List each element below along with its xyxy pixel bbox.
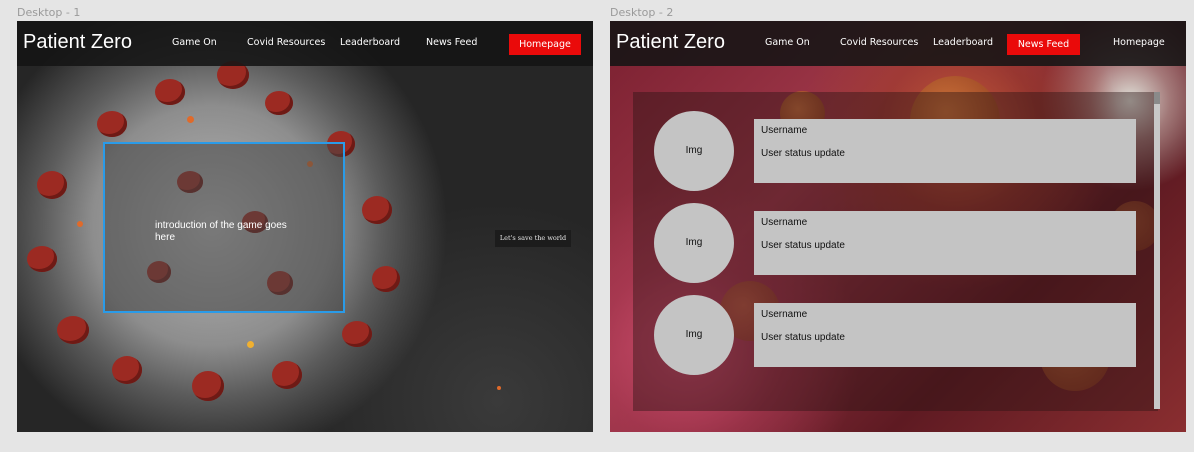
nav-covid-resources[interactable]: Covid Resources — [840, 37, 918, 48]
frame-label-desktop-1: Desktop - 1 — [17, 6, 81, 19]
post-status-update: User status update — [761, 240, 845, 251]
post-username: Username — [761, 125, 808, 136]
nav-news-feed-active[interactable]: News Feed — [1007, 34, 1080, 55]
nav-game-on[interactable]: Game On — [765, 37, 810, 48]
post-avatar-image: Img — [654, 111, 734, 191]
navbar: Patient Zero Game On Covid Resources Lea… — [17, 21, 593, 66]
nav-homepage[interactable]: Homepage — [1113, 37, 1165, 48]
brand-logo-text[interactable]: Patient Zero — [23, 31, 132, 54]
news-feed-panel: Img Username User status update Img User… — [633, 92, 1160, 411]
desktop-2-frame: Patient Zero Game On Covid Resources Lea… — [610, 21, 1186, 432]
nav-game-on[interactable]: Game On — [172, 37, 217, 48]
nav-leaderboard[interactable]: Leaderboard — [340, 37, 400, 48]
brand-logo-text[interactable]: Patient Zero — [616, 31, 725, 54]
post-username: Username — [761, 309, 808, 320]
post-status-update: User status update — [761, 332, 845, 343]
nav-covid-resources[interactable]: Covid Resources — [247, 37, 325, 48]
nav-news-feed[interactable]: News Feed — [426, 37, 477, 48]
nav-leaderboard[interactable]: Leaderboard — [933, 37, 993, 48]
post-card[interactable]: Username User status update — [754, 119, 1136, 183]
navbar: Patient Zero Game On Covid Resources Lea… — [610, 21, 1186, 66]
feed-scrollbar[interactable] — [1154, 92, 1160, 409]
post-avatar-image: Img — [654, 295, 734, 375]
save-the-world-button[interactable]: Let's save the world — [495, 230, 571, 247]
feed-scrollbar-thumb[interactable] — [1154, 92, 1160, 104]
nav-homepage-active[interactable]: Homepage — [509, 34, 581, 55]
post-card[interactable]: Username User status update — [754, 211, 1136, 275]
post-avatar-image: Img — [654, 203, 734, 283]
post-card[interactable]: Username User status update — [754, 303, 1136, 367]
post-username: Username — [761, 217, 808, 228]
game-intro-box: introduction of the game goes here — [103, 142, 345, 313]
post-status-update: User status update — [761, 148, 845, 159]
desktop-1-frame: Patient Zero Game On Covid Resources Lea… — [17, 21, 593, 432]
frame-label-desktop-2: Desktop - 2 — [610, 6, 674, 19]
game-intro-text: introduction of the game goes here — [155, 220, 287, 243]
